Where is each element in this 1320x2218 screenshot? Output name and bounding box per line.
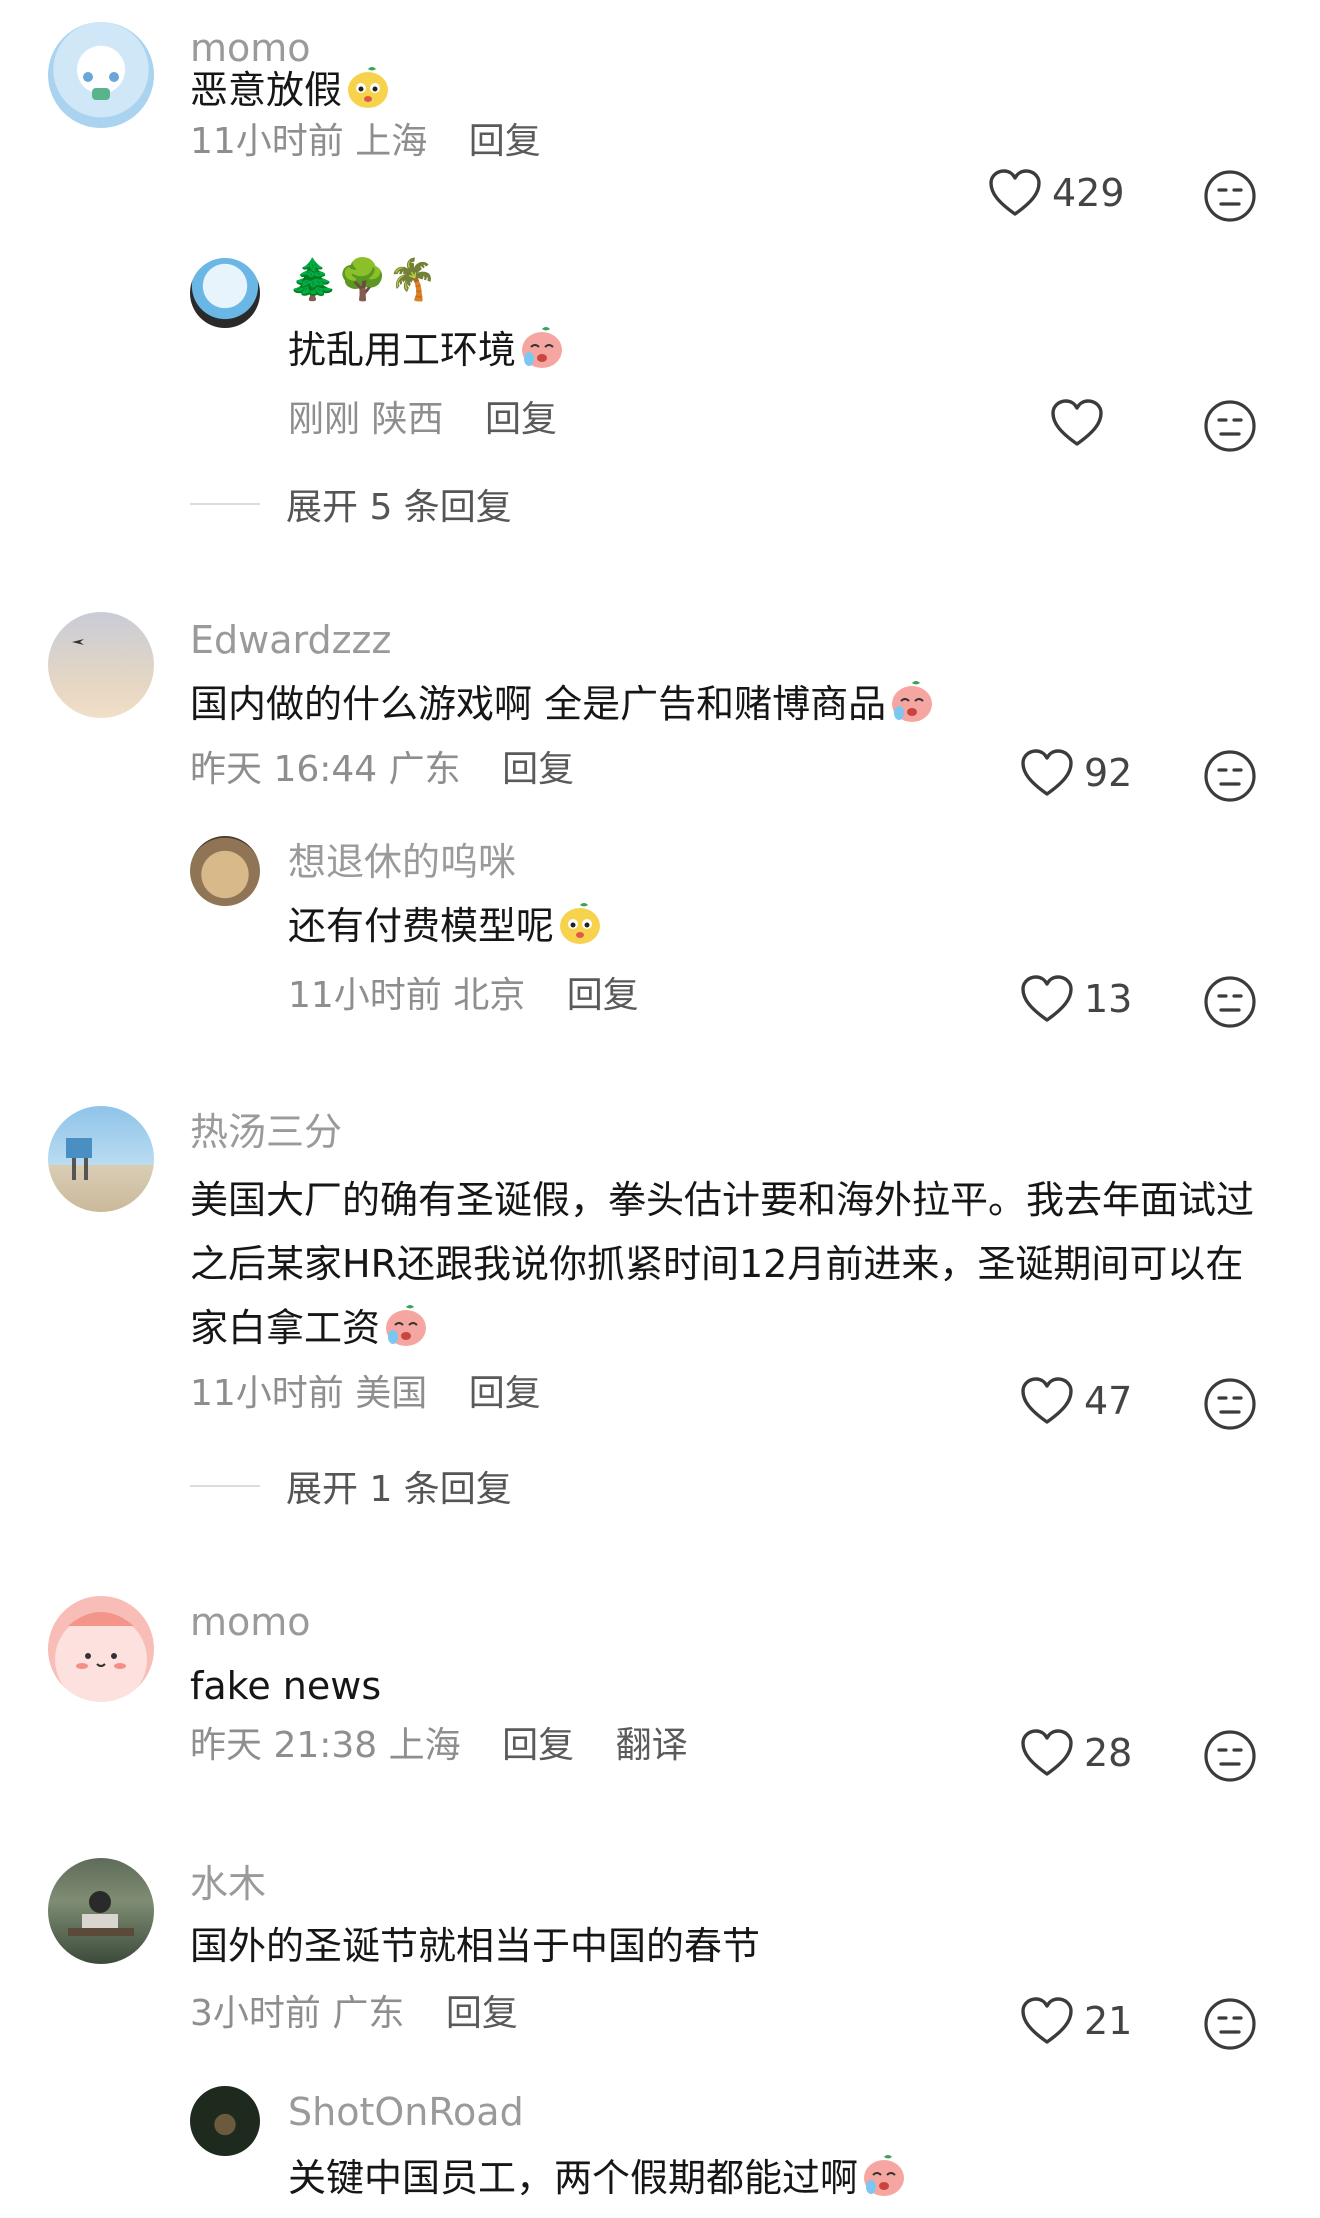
- comment-meta: 昨天 21:38 上海 回复 翻译: [190, 1724, 688, 1768]
- avatar[interactable]: [190, 2086, 260, 2156]
- reply-button[interactable]: 回复: [469, 1373, 541, 1414]
- reply-username[interactable]: 想退休的呜咪: [288, 840, 516, 884]
- comment-text: fake news: [190, 1664, 382, 1708]
- like-button[interactable]: 13: [1020, 974, 1132, 1024]
- avatar[interactable]: [48, 1106, 154, 1212]
- comment-location: 上海: [388, 1725, 461, 1766]
- like-button[interactable]: 92: [1020, 748, 1132, 798]
- reply-location: 北京: [453, 975, 526, 1016]
- reply-button[interactable]: 回复: [446, 1993, 518, 2034]
- comment-time: 昨天 16:44: [190, 749, 378, 790]
- comment-text: 国内做的什么游戏啊 全是广告和赌博商品: [190, 672, 936, 736]
- like-count: 21: [1084, 1999, 1133, 2043]
- heart-icon: [1020, 974, 1074, 1024]
- comment-time: 11小时前: [190, 1373, 344, 1414]
- neutral-face-icon[interactable]: [1202, 168, 1258, 224]
- neutral-face-icon[interactable]: [1202, 1996, 1258, 2052]
- expand-label: 展开 1 条回复: [286, 1469, 512, 1510]
- reply-button[interactable]: 回复: [502, 1725, 574, 1766]
- avatar[interactable]: [190, 836, 260, 906]
- comment-meta: 11小时前 美国 回复: [190, 1372, 541, 1416]
- neutral-face-icon[interactable]: [1202, 398, 1258, 454]
- comment-location: 上海: [355, 121, 428, 162]
- expand-label: 展开 5 条回复: [286, 487, 512, 528]
- reply-meta: 11小时前 北京 回复: [288, 974, 639, 1018]
- reply-meta: 刚刚 陕西 回复: [288, 398, 557, 442]
- like-button[interactable]: 28: [1020, 1728, 1132, 1778]
- comment-username[interactable]: momo: [190, 1600, 311, 1644]
- comment-time: 11小时前: [190, 121, 344, 162]
- like-button[interactable]: [1050, 398, 1104, 448]
- reply-button[interactable]: 回复: [469, 121, 541, 162]
- like-button[interactable]: 47: [1020, 1376, 1132, 1426]
- like-button[interactable]: 429: [988, 168, 1125, 218]
- comment-meta: 3小时前 广东 回复: [190, 1992, 518, 2036]
- comment-location: 美国: [355, 1373, 428, 1414]
- translate-button[interactable]: 翻译: [616, 1725, 688, 1766]
- comment-username[interactable]: Edwardzzz: [190, 618, 391, 662]
- like-count: 92: [1084, 751, 1133, 795]
- comment-meta: 昨天 16:44 广东 回复: [190, 748, 574, 792]
- comment-text: 国外的圣诞节就相当于中国的春节: [190, 1924, 761, 1968]
- yellow-face-emoji-icon: [556, 899, 604, 947]
- reply-username[interactable]: ShotOnRoad: [288, 2090, 524, 2134]
- comment-username[interactable]: 水木: [190, 1862, 266, 1906]
- avatar[interactable]: [48, 22, 154, 128]
- comment-text: 恶意放假: [190, 58, 392, 122]
- avatar[interactable]: [48, 1858, 154, 1964]
- like-count: 13: [1084, 977, 1133, 1021]
- heart-icon: [1050, 398, 1104, 448]
- neutral-face-icon[interactable]: [1202, 974, 1258, 1030]
- avatar[interactable]: [190, 258, 260, 328]
- reply-text: 扰乱用工环境: [288, 318, 566, 382]
- reply-time: 11小时前: [288, 975, 442, 1016]
- avatar[interactable]: [48, 612, 154, 718]
- divider: [190, 1485, 260, 1487]
- reply-button[interactable]: 回复: [567, 975, 639, 1016]
- like-count: 429: [1052, 171, 1125, 215]
- like-count: 28: [1084, 1731, 1133, 1775]
- comment-location: 广东: [388, 749, 461, 790]
- reply-text: 关键中国员工，两个假期都能过啊: [288, 2146, 908, 2210]
- comment-location: 广东: [332, 1993, 405, 2034]
- like-count: 47: [1084, 1379, 1133, 1423]
- reply-location: 陕西: [371, 399, 444, 440]
- neutral-face-icon[interactable]: [1202, 1728, 1258, 1784]
- neutral-face-icon[interactable]: [1202, 748, 1258, 804]
- comment-time: 昨天 21:38: [190, 1725, 378, 1766]
- reply-button[interactable]: 回复: [485, 399, 557, 440]
- comment-text: 美国大厂的确有圣诞假，拳头估计要和海外拉平。我去年面试过之后某家HR还跟我说你抓…: [190, 1178, 1255, 1350]
- divider: [190, 503, 260, 505]
- expand-replies-button[interactable]: 展开 1 条回复: [190, 1460, 512, 1512]
- crying-face-emoji-icon: [382, 1301, 430, 1349]
- heart-icon: [988, 168, 1042, 218]
- comment-meta: 11小时前 上海 回复: [190, 120, 541, 164]
- reply-button[interactable]: 回复: [502, 749, 574, 790]
- crying-face-emoji-icon: [888, 677, 936, 725]
- heart-icon: [1020, 748, 1074, 798]
- crying-face-emoji-icon: [860, 2151, 908, 2199]
- reply-username[interactable]: 🌲🌳🌴: [288, 258, 437, 302]
- yellow-face-emoji-icon: [344, 63, 392, 111]
- reply-text: 还有付费模型呢: [288, 894, 604, 958]
- pink-face-emoji-icon: [518, 323, 566, 371]
- heart-icon: [1020, 1376, 1074, 1426]
- comment-time: 3小时前: [190, 1993, 321, 2034]
- heart-icon: [1020, 1996, 1074, 2046]
- comment-username[interactable]: 热汤三分: [190, 1110, 342, 1154]
- avatar[interactable]: [48, 1596, 154, 1702]
- expand-replies-button[interactable]: 展开 5 条回复: [190, 478, 512, 530]
- reply-time: 刚刚: [288, 399, 361, 440]
- like-button[interactable]: 21: [1020, 1996, 1132, 2046]
- heart-icon: [1020, 1728, 1074, 1778]
- neutral-face-icon[interactable]: [1202, 1376, 1258, 1432]
